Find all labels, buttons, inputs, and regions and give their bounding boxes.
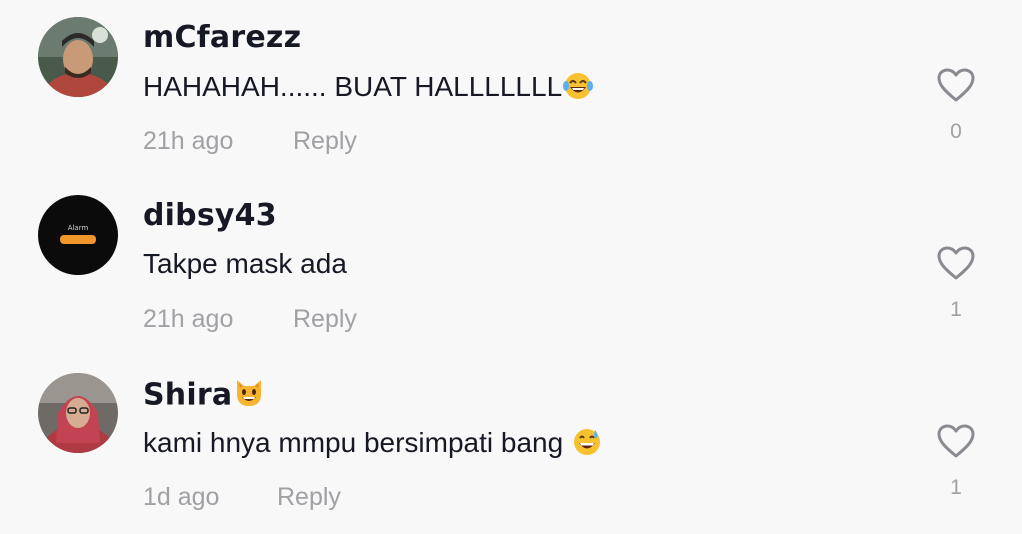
comment-text-content: HAHAHAH...... BUAT HALLLLLLL [143, 70, 563, 102]
username-text[interactable]: dibsy43 [143, 198, 277, 233]
username[interactable]: dibsy43 [143, 198, 277, 233]
face-with-tears-of-joy-icon [562, 70, 594, 107]
username[interactable]: mCfarezz [143, 20, 301, 55]
comment-item: Shira kami hnya mmpu bersimpati bang 1d … [0, 356, 1022, 534]
username-text[interactable]: Shira [143, 378, 232, 413]
timestamp: 1d ago [143, 483, 220, 511]
comment-text: Takpe mask ada [143, 248, 347, 280]
comment-item: Alarm dibsy43 Takpe mask ada 21h ago Rep… [0, 178, 1022, 356]
like-button[interactable] [936, 67, 976, 103]
like-count: 1 [950, 298, 962, 321]
avatar[interactable]: Alarm [38, 195, 118, 275]
timestamp: 21h ago [143, 305, 234, 333]
avatar[interactable] [38, 373, 118, 453]
avatar[interactable] [38, 17, 118, 97]
comment-text: HAHAHAH...... BUAT HALLLLLLL [143, 70, 594, 107]
comment-text-content: kami hnya mmpu bersimpati bang [143, 426, 564, 458]
heart-icon [937, 246, 975, 280]
grinning-face-with-sweat-icon [571, 426, 603, 463]
username-text[interactable]: mCfarezz [143, 20, 301, 55]
comment-text-content: Takpe mask ada [143, 248, 347, 279]
like-count: 1 [950, 476, 962, 499]
comment-item: mCfarezz HAHAHAH...... BUAT HALLLLLLL 21… [0, 0, 1022, 178]
heart-icon [937, 68, 975, 102]
avatar-alarm-label: Alarm [68, 224, 89, 232]
timestamp: 21h ago [143, 127, 234, 155]
reply-button[interactable]: Reply [277, 483, 341, 512]
heart-icon [937, 424, 975, 458]
username[interactable]: Shira [143, 376, 266, 416]
reply-button[interactable]: Reply [293, 127, 357, 156]
like-button[interactable] [936, 423, 976, 459]
grinning-cat-face-icon [232, 376, 266, 416]
like-button[interactable] [936, 245, 976, 281]
like-count: 0 [950, 120, 962, 143]
reply-button[interactable]: Reply [293, 305, 357, 334]
comment-text: kami hnya mmpu bersimpati bang [143, 426, 603, 463]
